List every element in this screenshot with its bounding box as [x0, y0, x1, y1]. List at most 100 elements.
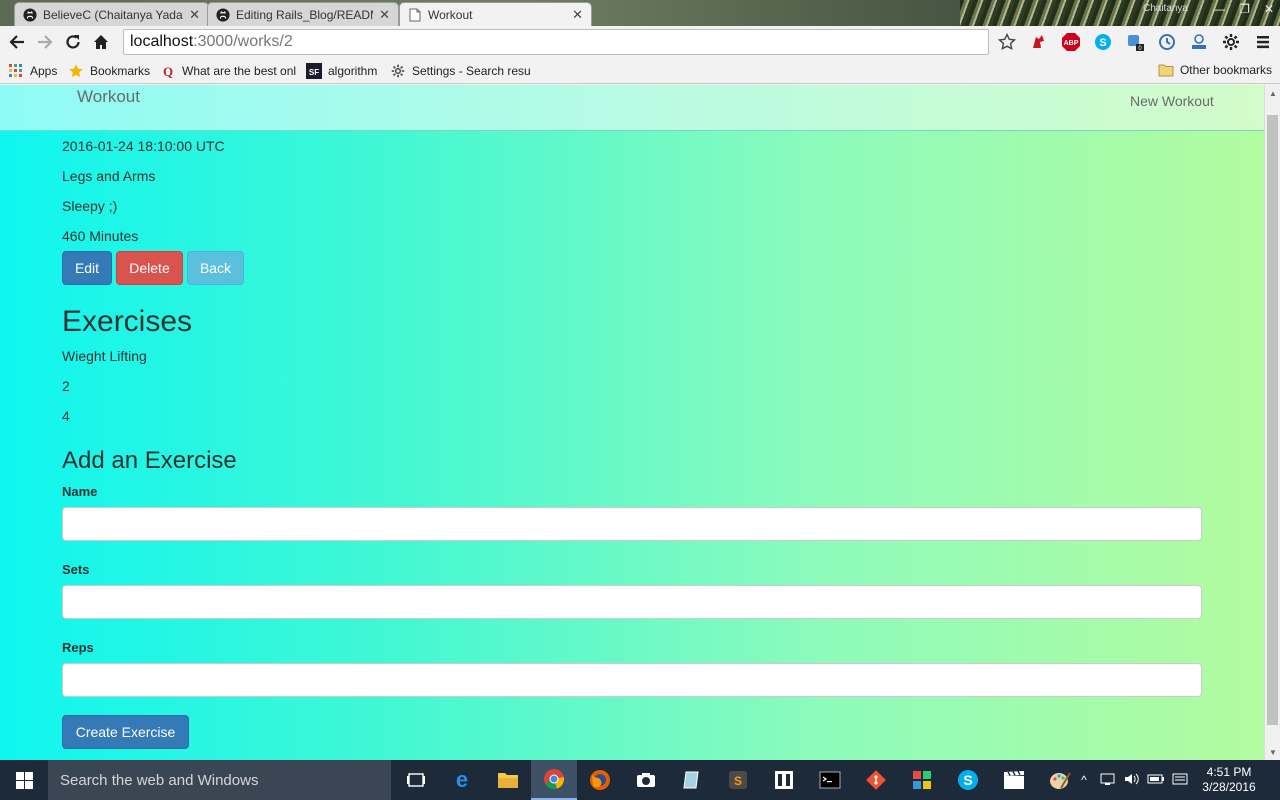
bookmark-algorithm[interactable]: SF algorithm — [306, 62, 382, 79]
chrome-icon[interactable] — [531, 760, 577, 800]
svg-text:Q: Q — [163, 64, 173, 78]
movies-icon[interactable] — [991, 760, 1037, 800]
exercise-name: Wieght Lifting — [62, 348, 147, 364]
other-bookmarks-label: Other bookmarks — [1179, 63, 1272, 77]
address-bar[interactable]: localhost:3000/works/2 — [123, 29, 989, 55]
svg-text:S: S — [1099, 37, 1106, 49]
extension-icon[interactable]: 0 — [1123, 29, 1147, 55]
history-icon[interactable] — [1155, 29, 1179, 55]
page-icon — [408, 8, 422, 22]
system-tray: ^ 4:51 PM 3/28/2016 — [1072, 760, 1280, 800]
svg-text:e: e — [456, 769, 468, 791]
svg-text:S: S — [963, 772, 972, 788]
profile-name[interactable]: Chaitanya — [1143, 3, 1188, 14]
url-host: localhost — [130, 33, 194, 50]
bookmark-settings[interactable]: Settings - Search resu — [390, 63, 530, 79]
bookmark-label: algorithm — [328, 63, 378, 78]
app-icon[interactable] — [761, 760, 807, 800]
notes-icon[interactable] — [669, 760, 715, 800]
tab-title: Editing Rails_Blog/READM — [236, 7, 374, 22]
system-clock[interactable]: 4:51 PM 3/28/2016 — [1192, 765, 1266, 795]
delete-button[interactable]: Delete — [116, 251, 183, 285]
menu-icon[interactable] — [1251, 29, 1275, 55]
exercises-heading: Exercises — [62, 305, 193, 338]
maximize-icon[interactable]: ❐ — [1239, 2, 1250, 16]
exercise-reps: 4 — [62, 408, 70, 424]
bookmark-quora[interactable]: Q What are the best onl — [160, 63, 298, 79]
bookmark-label: Bookmarks — [90, 63, 151, 78]
battery-icon[interactable] — [1144, 773, 1168, 788]
bookmark-star-icon[interactable] — [995, 29, 1019, 55]
forward-arrow-icon[interactable] — [31, 28, 59, 56]
browser-toolbar: localhost:3000/works/2 ABP S 0 — [0, 26, 1280, 58]
name-field[interactable] — [62, 507, 1202, 541]
skype-icon[interactable]: S — [945, 760, 991, 800]
skype-icon[interactable]: S — [1091, 29, 1115, 55]
bookmark-apps[interactable]: Apps — [8, 63, 60, 79]
taskbar-search-box[interactable]: Search the web and Windows — [48, 760, 391, 800]
bookmark-bookmarks[interactable]: Bookmarks — [68, 63, 152, 79]
volume-icon[interactable] — [1120, 772, 1144, 789]
lastpass-icon[interactable] — [1027, 29, 1051, 55]
home-icon[interactable] — [87, 28, 115, 56]
sets-label: Sets — [62, 562, 90, 577]
windows-start-icon[interactable] — [0, 760, 48, 800]
minimize-icon[interactable]: — — [1213, 2, 1225, 16]
add-exercise-heading: Add an Exercise — [62, 447, 237, 474]
camera-icon[interactable] — [623, 760, 669, 800]
tab-title: Workout — [428, 7, 473, 22]
tab-strip: BelieveC (Chaitanya Yadav ✕ Editing Rail… — [0, 0, 1280, 26]
scroll-down-icon[interactable]: ▼ — [1265, 744, 1280, 760]
sublime-icon[interactable]: S — [715, 760, 761, 800]
close-icon[interactable]: ✕ — [379, 7, 390, 23]
svg-text:S: S — [734, 774, 742, 788]
bookmarks-bar: Apps Bookmarks Q What are the best onl S… — [0, 58, 1280, 84]
back-arrow-icon[interactable] — [3, 28, 31, 56]
edge-icon[interactable]: e — [439, 760, 485, 800]
adblock-icon[interactable]: ABP — [1059, 29, 1083, 55]
apps-grid-icon — [8, 63, 24, 79]
file-explorer-icon[interactable] — [485, 760, 531, 800]
workout-details: 2016-01-24 18:10:00 UTC Legs and Arms Sl… — [62, 131, 1202, 749]
back-button[interactable]: Back — [187, 251, 244, 285]
url-path: :3000/works/2 — [193, 33, 293, 50]
new-workout-link[interactable]: New Workout — [1130, 93, 1214, 109]
reps-label: Reps — [62, 640, 94, 655]
close-icon[interactable]: ✕ — [189, 7, 200, 23]
tab-github-readme[interactable]: Editing Rails_Blog/READM ✕ — [207, 2, 399, 26]
firefox-icon[interactable] — [577, 760, 623, 800]
scroll-up-icon[interactable]: ▲ — [1265, 85, 1280, 101]
sets-field[interactable] — [62, 585, 1202, 619]
name-label: Name — [62, 484, 98, 499]
reload-icon[interactable] — [59, 28, 87, 56]
download-icon[interactable] — [1187, 29, 1211, 55]
sf-icon: SF — [306, 62, 322, 79]
network-icon[interactable] — [1096, 772, 1120, 789]
tab-github-profile[interactable]: BelieveC (Chaitanya Yadav ✕ — [14, 2, 209, 26]
chevron-up-icon[interactable]: ^ — [1072, 773, 1096, 787]
close-icon[interactable]: ✕ — [572, 7, 583, 23]
terminal-icon[interactable] — [807, 760, 853, 800]
svg-text:SF: SF — [309, 68, 319, 77]
keyboard-icon[interactable] — [1168, 772, 1192, 789]
gear-icon[interactable] — [1219, 29, 1243, 55]
close-window-icon[interactable]: ✕ — [1264, 2, 1274, 16]
reps-field[interactable] — [62, 663, 1202, 697]
page-viewport: Workout New Workout 2016-01-24 18:10:00 … — [0, 85, 1264, 760]
vertical-scrollbar[interactable]: ▲ ▼ — [1264, 85, 1280, 760]
github-icon — [23, 7, 37, 22]
windows-taskbar: Search the web and Windows e S S ^ 4:51 … — [0, 760, 1280, 800]
edit-button[interactable]: Edit — [62, 251, 112, 285]
other-bookmarks[interactable]: Other bookmarks — [1158, 62, 1272, 78]
workout-date: 2016-01-24 18:10:00 UTC — [62, 138, 225, 154]
git-icon[interactable] — [853, 760, 899, 800]
task-view-icon[interactable] — [393, 760, 439, 800]
github-icon — [216, 7, 230, 22]
exercise-sets: 2 — [62, 378, 70, 394]
scrollbar-thumb[interactable] — [1267, 115, 1278, 725]
navbar-brand[interactable]: Workout — [77, 87, 140, 107]
folder-icon — [1158, 62, 1174, 78]
tab-workout[interactable]: Workout ✕ — [399, 2, 592, 26]
office-icon[interactable] — [899, 760, 945, 800]
create-exercise-button[interactable]: Create Exercise — [62, 715, 189, 749]
